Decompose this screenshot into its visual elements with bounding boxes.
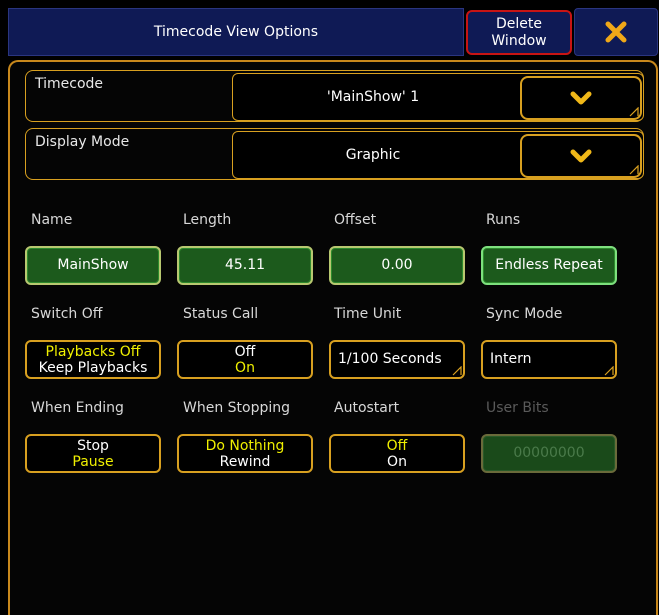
display-mode-dropdown[interactable]: Graphic [232,131,644,179]
length-field[interactable]: 45.11 [177,246,313,285]
user-bits-field: 00000000 [481,434,617,473]
when-ending-toggle[interactable]: Stop Pause [25,434,161,473]
status-call-toggle[interactable]: Off On [177,340,313,379]
when-stopping-toggle[interactable]: Do Nothing Rewind [177,434,313,473]
switch-off-option-2: Keep Playbacks [38,359,148,376]
delete-label-line1: Delete [496,16,542,32]
autostart-label: Autostart [334,400,400,416]
switch-off-toggle[interactable]: Playbacks Off Keep Playbacks [25,340,161,379]
when-ending-option-1: Stop [77,437,109,454]
close-button[interactable] [574,8,658,56]
user-bits-label: User Bits [486,400,549,416]
status-call-option-2: On [235,359,255,376]
status-call-label: Status Call [183,306,259,322]
switch-off-option-1: Playbacks Off [45,343,141,360]
display-mode-dropdown-button[interactable] [520,134,642,178]
status-call-option-1: Off [234,343,256,360]
sync-mode-value: Intern [490,351,532,367]
corner-mark-icon [629,107,639,117]
timecode-selector: Timecode 'MainShow' 1 [25,70,644,122]
when-stopping-label: When Stopping [183,400,291,416]
corner-mark-icon [604,366,614,376]
when-ending-label: When Ending [31,400,124,416]
sync-mode-selector[interactable]: Intern [481,340,617,379]
timecode-dropdown[interactable]: 'MainShow' 1 [232,73,644,121]
when-stopping-option-2: Rewind [219,453,271,470]
delete-label-line2: Window [491,33,547,49]
chevron-down-icon [570,149,592,163]
autostart-toggle[interactable]: Off On [329,434,465,473]
time-unit-label: Time Unit [334,306,402,322]
switch-off-label: Switch Off [31,306,103,322]
when-stopping-option-1: Do Nothing [205,437,285,454]
when-ending-option-2: Pause [72,453,114,470]
time-unit-selector[interactable]: 1/100 Seconds [329,340,465,379]
autostart-option-2: On [387,453,407,470]
close-x-icon [605,21,627,43]
name-field[interactable]: MainShow [25,246,161,285]
offset-label: Offset [334,212,377,228]
autostart-option-1: Off [386,437,408,454]
runs-label: Runs [486,212,521,228]
time-unit-value: 1/100 Seconds [338,351,442,367]
timecode-label: Timecode [35,76,104,92]
sync-mode-label: Sync Mode [486,306,563,322]
corner-mark-icon [629,165,639,175]
display-mode-selector: Display Mode Graphic [25,128,644,180]
length-label: Length [183,212,232,228]
timecode-dropdown-button[interactable] [520,76,642,120]
offset-field[interactable]: 0.00 [329,246,465,285]
name-label: Name [31,212,73,228]
display-mode-value: Graphic [345,147,401,163]
runs-button[interactable]: Endless Repeat [481,246,617,285]
corner-mark-icon [452,366,462,376]
timecode-value: 'MainShow' 1 [326,89,420,105]
window-title: Timecode View Options [153,24,319,40]
delete-window-button[interactable]: Delete Window [466,10,572,55]
chevron-down-icon [570,91,592,105]
display-mode-label: Display Mode [35,134,130,150]
